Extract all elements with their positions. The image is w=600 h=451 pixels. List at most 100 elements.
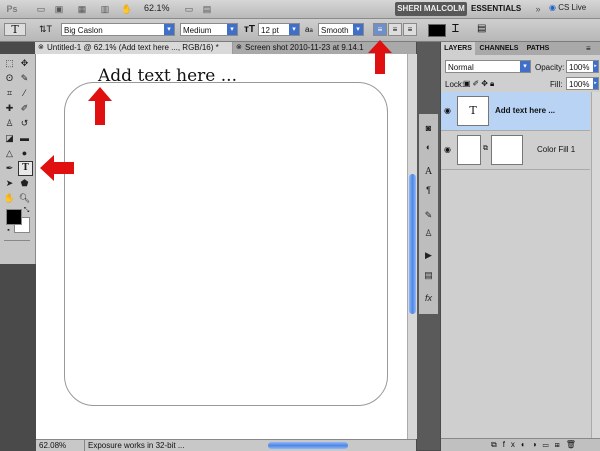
layer-name[interactable]: Add text here ... (495, 106, 555, 115)
character-panel-icon[interactable]: ▤ (477, 23, 486, 34)
tool-preset-picker[interactable]: T (4, 23, 26, 36)
hand-tool-icon[interactable]: ✋ (120, 3, 134, 15)
arrange-icon[interactable]: ▥ (98, 3, 112, 15)
dock-icon-strip: ◙ ◐ A ¶ ✎ ♙ ▶ ▤ fx (419, 114, 438, 314)
lock-label: Lock: (445, 80, 465, 89)
actions-icon[interactable]: ▶ (422, 249, 435, 262)
tab-paths[interactable]: PATHS (523, 42, 553, 55)
font-size-icon: тT (244, 24, 256, 35)
type-tool-icon[interactable]: T (18, 161, 33, 176)
layer-action-icons[interactable]: ⧉fx◐◑▭⊞🗑︎ (491, 439, 582, 451)
fill-input[interactable]: 100% ▸ (566, 77, 599, 90)
antialias-icon: aa (305, 25, 313, 34)
document-tab-bar: ⊗ Untitled-1 @ 62.1% (Add text here ..., … (35, 42, 416, 54)
clone-source-icon[interactable]: ♙ (422, 227, 435, 240)
options-bar: T ⇅T Big Caslon ▾ Medium ▾ тT 12 pt ▾ aa Sm… (0, 19, 600, 42)
hand-tool-icon[interactable]: ✋ (3, 192, 16, 205)
tab-channels[interactable]: CHANNELS (476, 42, 522, 55)
text-orientation-icon[interactable]: ⇅T (39, 24, 52, 35)
opacity-value: 100% (569, 63, 590, 72)
pen-tool-icon[interactable]: ✒ (3, 162, 16, 175)
vertical-scrollbar[interactable] (407, 54, 417, 439)
status-message: Exposure works in 32-bit ... (88, 441, 185, 450)
font-family-select[interactable]: Big Caslon ▾ (61, 23, 175, 36)
canvas-text-layer[interactable]: Add text here ... (98, 66, 237, 86)
bridge-icon[interactable]: ▭ (34, 3, 48, 15)
warp-text-icon[interactable]: Ꮖ (452, 23, 459, 36)
cs-live-button[interactable]: ◉ CS Live (549, 3, 586, 12)
text-color-swatch[interactable] (428, 24, 446, 37)
align-center-icon: ≡ (392, 25, 398, 34)
font-style-value: Medium (183, 26, 212, 35)
brush-tool-icon[interactable]: ✐ (18, 102, 31, 115)
layer-row-text[interactable]: ◉ T Add text here ... (441, 92, 590, 131)
blend-mode-select[interactable]: Normal ▾ (445, 60, 531, 73)
vertical-scroll-thumb[interactable] (409, 174, 416, 314)
gradient-tool-icon[interactable]: ▬ (18, 132, 31, 145)
mini-bridge-icon[interactable]: ▣ (52, 3, 66, 15)
align-right-button[interactable]: ≡ (403, 23, 417, 36)
visibility-eye-icon[interactable]: ◉ (444, 145, 451, 154)
history-brush-tool-icon[interactable]: ↺ (18, 117, 31, 130)
close-icon[interactable]: ⊗ (38, 42, 44, 54)
eyedropper-tool-icon[interactable]: ⁄ (18, 87, 31, 100)
adjustments-icon[interactable]: ◐ (422, 141, 435, 154)
red-arrow-up-icon (368, 40, 392, 74)
text-layer-icon: T (469, 104, 477, 117)
align-center-button[interactable]: ≡ (388, 23, 402, 36)
swap-colors-icon[interactable]: ⤡ (20, 204, 33, 217)
healing-brush-tool-icon[interactable]: ✚ (3, 102, 16, 115)
chevron-right-icon: ▸ (593, 78, 598, 89)
panel-dock: ◙ ◐ A ¶ ✎ ♙ ▶ ▤ fx (417, 42, 440, 450)
layer-mask-thumbnail[interactable] (491, 135, 523, 165)
layer-row-color-fill[interactable]: ◉ ⧉ Color Fill 1 (441, 131, 590, 170)
lasso-tool-icon[interactable]: ʘ (3, 72, 16, 85)
character-icon[interactable]: A (422, 166, 435, 179)
antialias-select[interactable]: Smooth ▾ (318, 23, 364, 36)
horizontal-scroll-thumb[interactable] (268, 442, 348, 449)
tab-label: Screen shot 2010-11-23 at 9.14.1 (245, 43, 364, 52)
cs-live-label: CS Live (558, 3, 587, 12)
dodge-tool-icon[interactable]: ● (18, 147, 31, 160)
tab-layers[interactable]: LAYERS (441, 42, 475, 55)
lock-options-icon[interactable]: ▣✐✥🔒︎ (463, 79, 496, 89)
opacity-input[interactable]: 100% ▸ (566, 60, 599, 73)
layers-scrollbar[interactable] (591, 92, 600, 438)
screen-mode-icon[interactable]: ▭ (182, 3, 196, 15)
marquee-tool-icon[interactable]: ⬚ (3, 57, 16, 70)
font-size-value: 12 pt (261, 26, 279, 35)
align-left-button[interactable]: ≡ (373, 23, 387, 36)
history-icon[interactable]: ▤ (422, 269, 435, 282)
layers-panel: LAYERS CHANNELS PATHS ≡ Normal ▾ Opacity:… (441, 42, 600, 451)
fx-styles-icon[interactable]: fx (422, 292, 435, 305)
close-icon[interactable]: ⊗ (236, 42, 242, 54)
camera-raw-icon[interactable]: ◙ (422, 122, 435, 135)
panel-menu-icon[interactable]: ≡ (586, 42, 591, 55)
user-workspace-button[interactable]: SHERI MALCOLM (395, 2, 467, 16)
font-family-value: Big Caslon (64, 26, 103, 35)
layer-name[interactable]: Color Fill 1 (537, 145, 575, 154)
rounded-rectangle-shape[interactable] (64, 82, 388, 406)
move-tool-icon[interactable]: ✥ (18, 57, 31, 70)
visibility-eye-icon[interactable]: ◉ (444, 106, 451, 115)
zoom-level[interactable]: 62.1% (144, 3, 170, 13)
path-selection-tool-icon[interactable]: ➤ (3, 177, 16, 190)
status-zoom[interactable]: 62.08% (39, 440, 66, 451)
font-size-select[interactable]: 12 pt ▾ (258, 23, 300, 36)
clone-stamp-tool-icon[interactable]: ♙ (3, 117, 16, 130)
paragraph-icon[interactable]: ¶ (422, 184, 435, 197)
shape-tool-icon[interactable]: ⬟ (18, 177, 31, 190)
extras-icon[interactable]: ▦ (75, 3, 89, 15)
cs-live-icon: ◉ (549, 3, 556, 12)
workspace-more-icon[interactable]: » (531, 3, 545, 15)
brushes-icon[interactable]: ✎ (422, 209, 435, 222)
tab-untitled-1[interactable]: ⊗ Untitled-1 @ 62.1% (Add text here ..., … (35, 42, 232, 54)
eraser-tool-icon[interactable]: ◪ (3, 132, 16, 145)
default-colors-icon[interactable]: ▪ (2, 224, 15, 237)
font-style-select[interactable]: Medium ▾ (180, 23, 238, 36)
view-mode-icon[interactable]: ▤ (200, 3, 214, 15)
essentials-workspace-button[interactable]: ESSENTIALS (471, 2, 529, 16)
quick-selection-tool-icon[interactable]: ✎ (18, 72, 31, 85)
blur-tool-icon[interactable]: △ (3, 147, 16, 160)
crop-tool-icon[interactable]: ⌗ (3, 87, 16, 100)
